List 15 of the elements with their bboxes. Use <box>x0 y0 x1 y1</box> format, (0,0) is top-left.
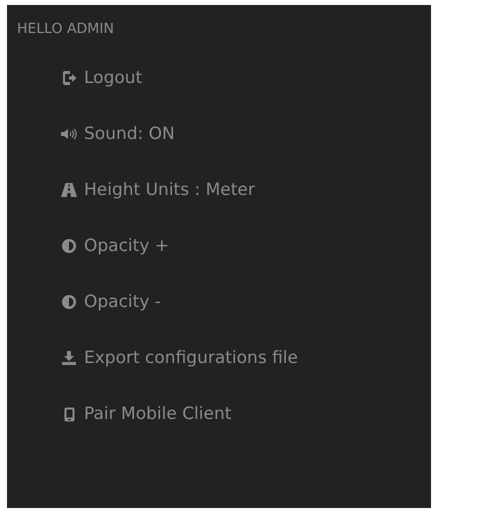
speaker-icon <box>61 128 77 140</box>
menu-item[interactable]: Export configurations file <box>60 347 298 369</box>
contrast-icon <box>62 295 76 309</box>
greeting: HELLO ADMIN <box>17 21 114 37</box>
menu-item[interactable]: Opacity - <box>60 291 161 313</box>
menu-item[interactable]: Height Units : Meter <box>60 179 255 201</box>
menu-item[interactable]: Opacity + <box>60 235 170 257</box>
menu-item[interactable]: Pair Mobile Client <box>60 403 232 425</box>
road-icon <box>61 183 77 197</box>
contrast-icon <box>62 239 76 253</box>
menu-item[interactable]: Logout <box>60 67 142 89</box>
menu-item[interactable]: Sound: ON <box>60 123 175 145</box>
mobile-icon <box>64 406 74 422</box>
logout-icon <box>62 71 76 85</box>
download-icon <box>62 351 76 365</box>
